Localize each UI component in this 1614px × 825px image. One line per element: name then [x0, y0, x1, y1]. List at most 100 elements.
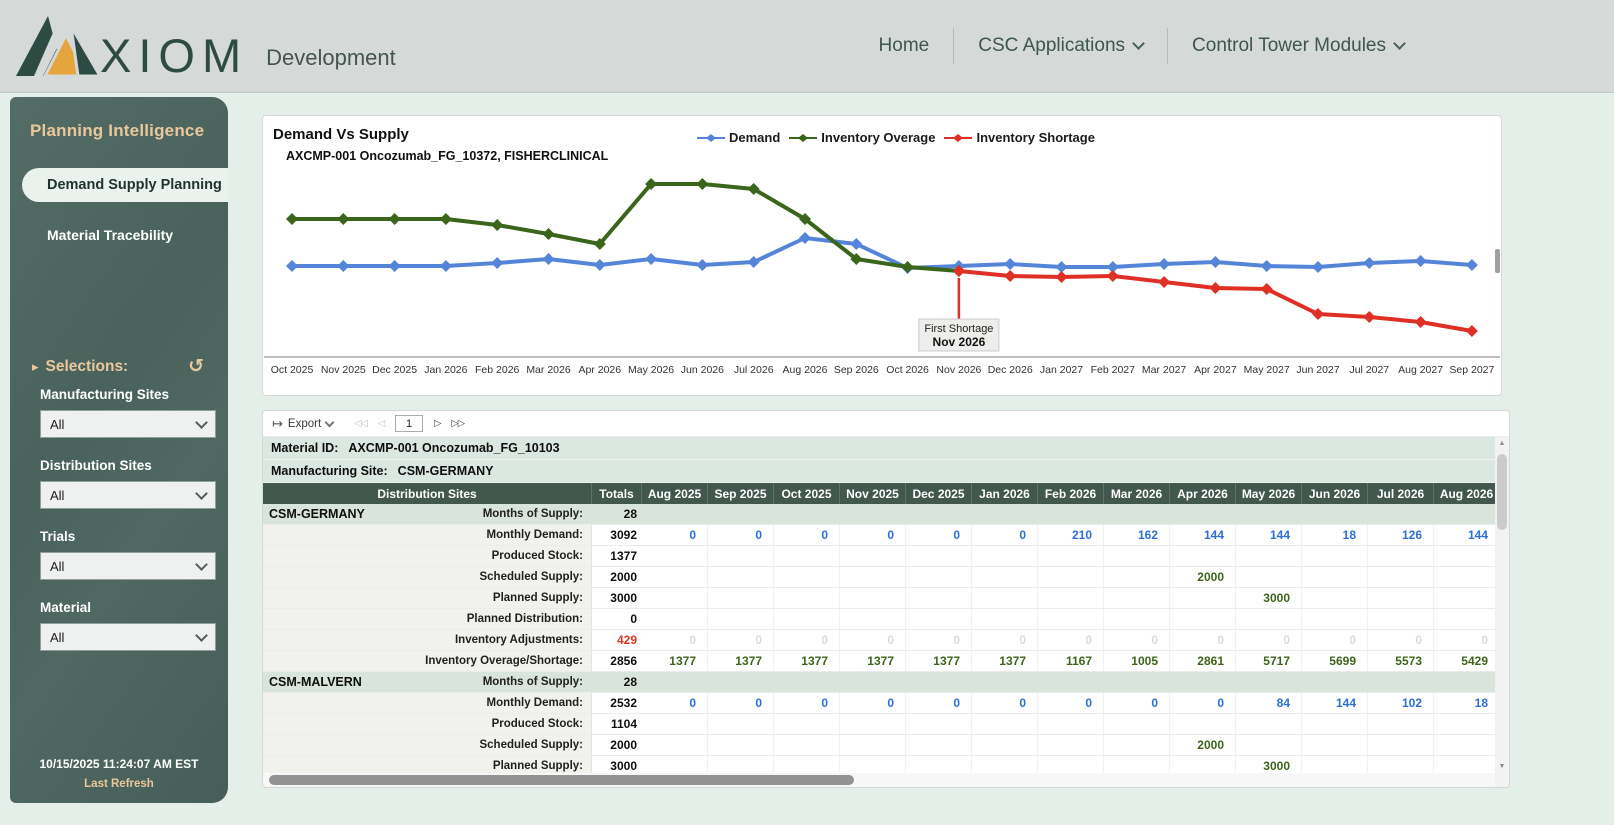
chart-scrollbar-thumb[interactable]: [1495, 249, 1500, 273]
cell-total: 28: [623, 675, 637, 689]
svg-text:Nov 2026: Nov 2026: [936, 364, 981, 376]
cell-month-value: [1104, 609, 1170, 629]
cell-month-value: 0: [906, 630, 972, 650]
column-header-aug-2026[interactable]: Aug 2026: [1434, 483, 1495, 504]
cell-month-value: [906, 504, 972, 524]
cell-row-label: Planned Distribution:: [466, 613, 583, 625]
sidebar-item-demand-supply-planning[interactable]: Demand Supply Planning: [22, 168, 228, 202]
manufacturing-site-label: Manufacturing Site:: [271, 464, 388, 478]
table-row: Scheduled Supply: 2000 2000: [263, 735, 1495, 756]
table-row: Planned Supply: 3000 3000: [263, 756, 1495, 773]
cell-month-value: [840, 735, 906, 755]
cell-month-value: 0: [840, 525, 906, 545]
nav-item-home[interactable]: Home: [879, 35, 930, 57]
select-material[interactable]: All: [40, 623, 216, 651]
last-page-button[interactable]: ▷▷: [451, 418, 465, 429]
filter-trials: Trials All: [40, 529, 216, 580]
nav-item-control-tower-modules[interactable]: Control Tower Modules: [1192, 35, 1406, 57]
last-refresh-time: 10/15/2025 11:24:07 AM EST: [39, 757, 199, 771]
cell-row-label: Planned Supply:: [492, 760, 583, 772]
column-header-may-2026[interactable]: May 2026: [1236, 483, 1302, 504]
cell-month-value: 0: [708, 630, 774, 650]
cell-month-value: 1377: [906, 651, 972, 671]
cell-month-value: [972, 735, 1038, 755]
column-header-distribution-sites[interactable]: Distribution Sites: [263, 483, 592, 504]
horizontal-scrollbar-thumb[interactable]: [269, 775, 854, 785]
svg-text:Dec 2025: Dec 2025: [372, 364, 417, 376]
cell-month-value: [1170, 756, 1236, 773]
reset-filters-icon[interactable]: ↺: [188, 357, 204, 376]
column-header-jul-2026[interactable]: Jul 2026: [1368, 483, 1434, 504]
cell-month-value: 2000: [1170, 735, 1236, 755]
legend-item-demand[interactable]: Demand: [697, 130, 780, 145]
selections-header: ▸ Selections: ↺: [32, 357, 204, 376]
vertical-scrollbar-thumb[interactable]: [1497, 454, 1507, 530]
cell-month-value: [840, 714, 906, 734]
column-header-oct-2025[interactable]: Oct 2025: [774, 483, 840, 504]
select-trials[interactable]: All: [40, 552, 216, 580]
cell-month-value: [1368, 567, 1434, 587]
prev-page-button[interactable]: ◁: [378, 418, 385, 429]
column-header-aug-2025[interactable]: Aug 2025: [642, 483, 708, 504]
row-header-cell: Scheduled Supply:: [263, 567, 592, 587]
cell-row-label: Monthly Demand:: [486, 529, 583, 541]
column-header-nov-2025[interactable]: Nov 2025: [840, 483, 906, 504]
cell-month-value: [972, 609, 1038, 629]
planning-table-card: ↦ Export ◁◁ ◁ 1 ▷ ▷▷ Material ID: AXCMP-…: [262, 410, 1510, 788]
cell-month-value: [1236, 504, 1302, 524]
select-distribution-sites[interactable]: All: [40, 481, 216, 509]
cell-month-value: [1236, 714, 1302, 734]
column-header-sep-2025[interactable]: Sep 2025: [708, 483, 774, 504]
cell-month-value: [906, 567, 972, 587]
table-row: Inventory Overage/Shortage: 2856 1377 1377 1…: [263, 651, 1495, 672]
select-manufacturing-sites[interactable]: All: [40, 410, 216, 438]
filter-label: Trials: [40, 529, 76, 544]
next-page-button[interactable]: ▷: [434, 418, 441, 429]
cell-month-value: [1104, 567, 1170, 587]
logo-text: XIOM: [100, 28, 249, 82]
column-header-jan-2026[interactable]: Jan 2026: [972, 483, 1038, 504]
cell-total: 2856: [610, 654, 637, 668]
legend-item-inventory-overage[interactable]: Inventory Overage: [789, 130, 935, 145]
cell-month-value: [1434, 567, 1495, 587]
column-header-mar-2026[interactable]: Mar 2026: [1104, 483, 1170, 504]
cell-month-value: [972, 567, 1038, 587]
column-header-dec-2025[interactable]: Dec 2025: [906, 483, 972, 504]
first-page-button[interactable]: ◁◁: [354, 418, 368, 429]
scroll-down-icon[interactable]: ▼: [1495, 760, 1509, 773]
row-header-cell: Monthly Demand:: [263, 693, 592, 713]
svg-text:Apr 2026: Apr 2026: [578, 364, 621, 376]
cell-month-value: 84: [1236, 693, 1302, 713]
cell-month-value: [1302, 735, 1368, 755]
cell-total: 2000: [610, 738, 637, 752]
cell-month-value: [1038, 756, 1104, 773]
column-header-totals[interactable]: Totals: [592, 483, 642, 504]
selections-label: Selections:: [45, 357, 129, 375]
cell-month-value: [972, 672, 1038, 692]
app-logo[interactable]: XIOM Development: [14, 15, 396, 82]
cell-month-value: [708, 588, 774, 608]
legend-item-inventory-shortage[interactable]: Inventory Shortage: [944, 130, 1095, 145]
filter-manufacturing-sites: Manufacturing Sites All: [40, 387, 216, 438]
select-value: All: [50, 487, 65, 503]
column-header-feb-2026[interactable]: Feb 2026: [1038, 483, 1104, 504]
sidebar: Planning Intelligence Demand Supply Plan…: [10, 97, 228, 803]
column-header-jun-2026[interactable]: Jun 2026: [1302, 483, 1368, 504]
export-button[interactable]: ↦ Export: [272, 416, 335, 432]
cell-month-value: 0: [774, 630, 840, 650]
sidebar-item-material-tracebility[interactable]: Material Tracebility: [47, 227, 228, 243]
cell-month-value: 1377: [774, 651, 840, 671]
cell-month-value: [708, 546, 774, 566]
nav-item-label: Home: [878, 35, 930, 56]
cell-month-value: 1377: [972, 651, 1038, 671]
column-header-apr-2026[interactable]: Apr 2026: [1170, 483, 1236, 504]
page-number-input[interactable]: 1: [395, 415, 424, 432]
cell-month-value: [906, 546, 972, 566]
cell-month-value: [1236, 609, 1302, 629]
nav-item-csc-applications[interactable]: CSC Applications: [978, 35, 1145, 57]
vertical-scrollbar[interactable]: ▲ ▼: [1495, 437, 1509, 773]
cell-month-value: [972, 504, 1038, 524]
scroll-up-icon[interactable]: ▲: [1495, 437, 1509, 450]
horizontal-scrollbar[interactable]: [263, 773, 1495, 787]
sidebar-title: Planning Intelligence: [30, 121, 205, 140]
